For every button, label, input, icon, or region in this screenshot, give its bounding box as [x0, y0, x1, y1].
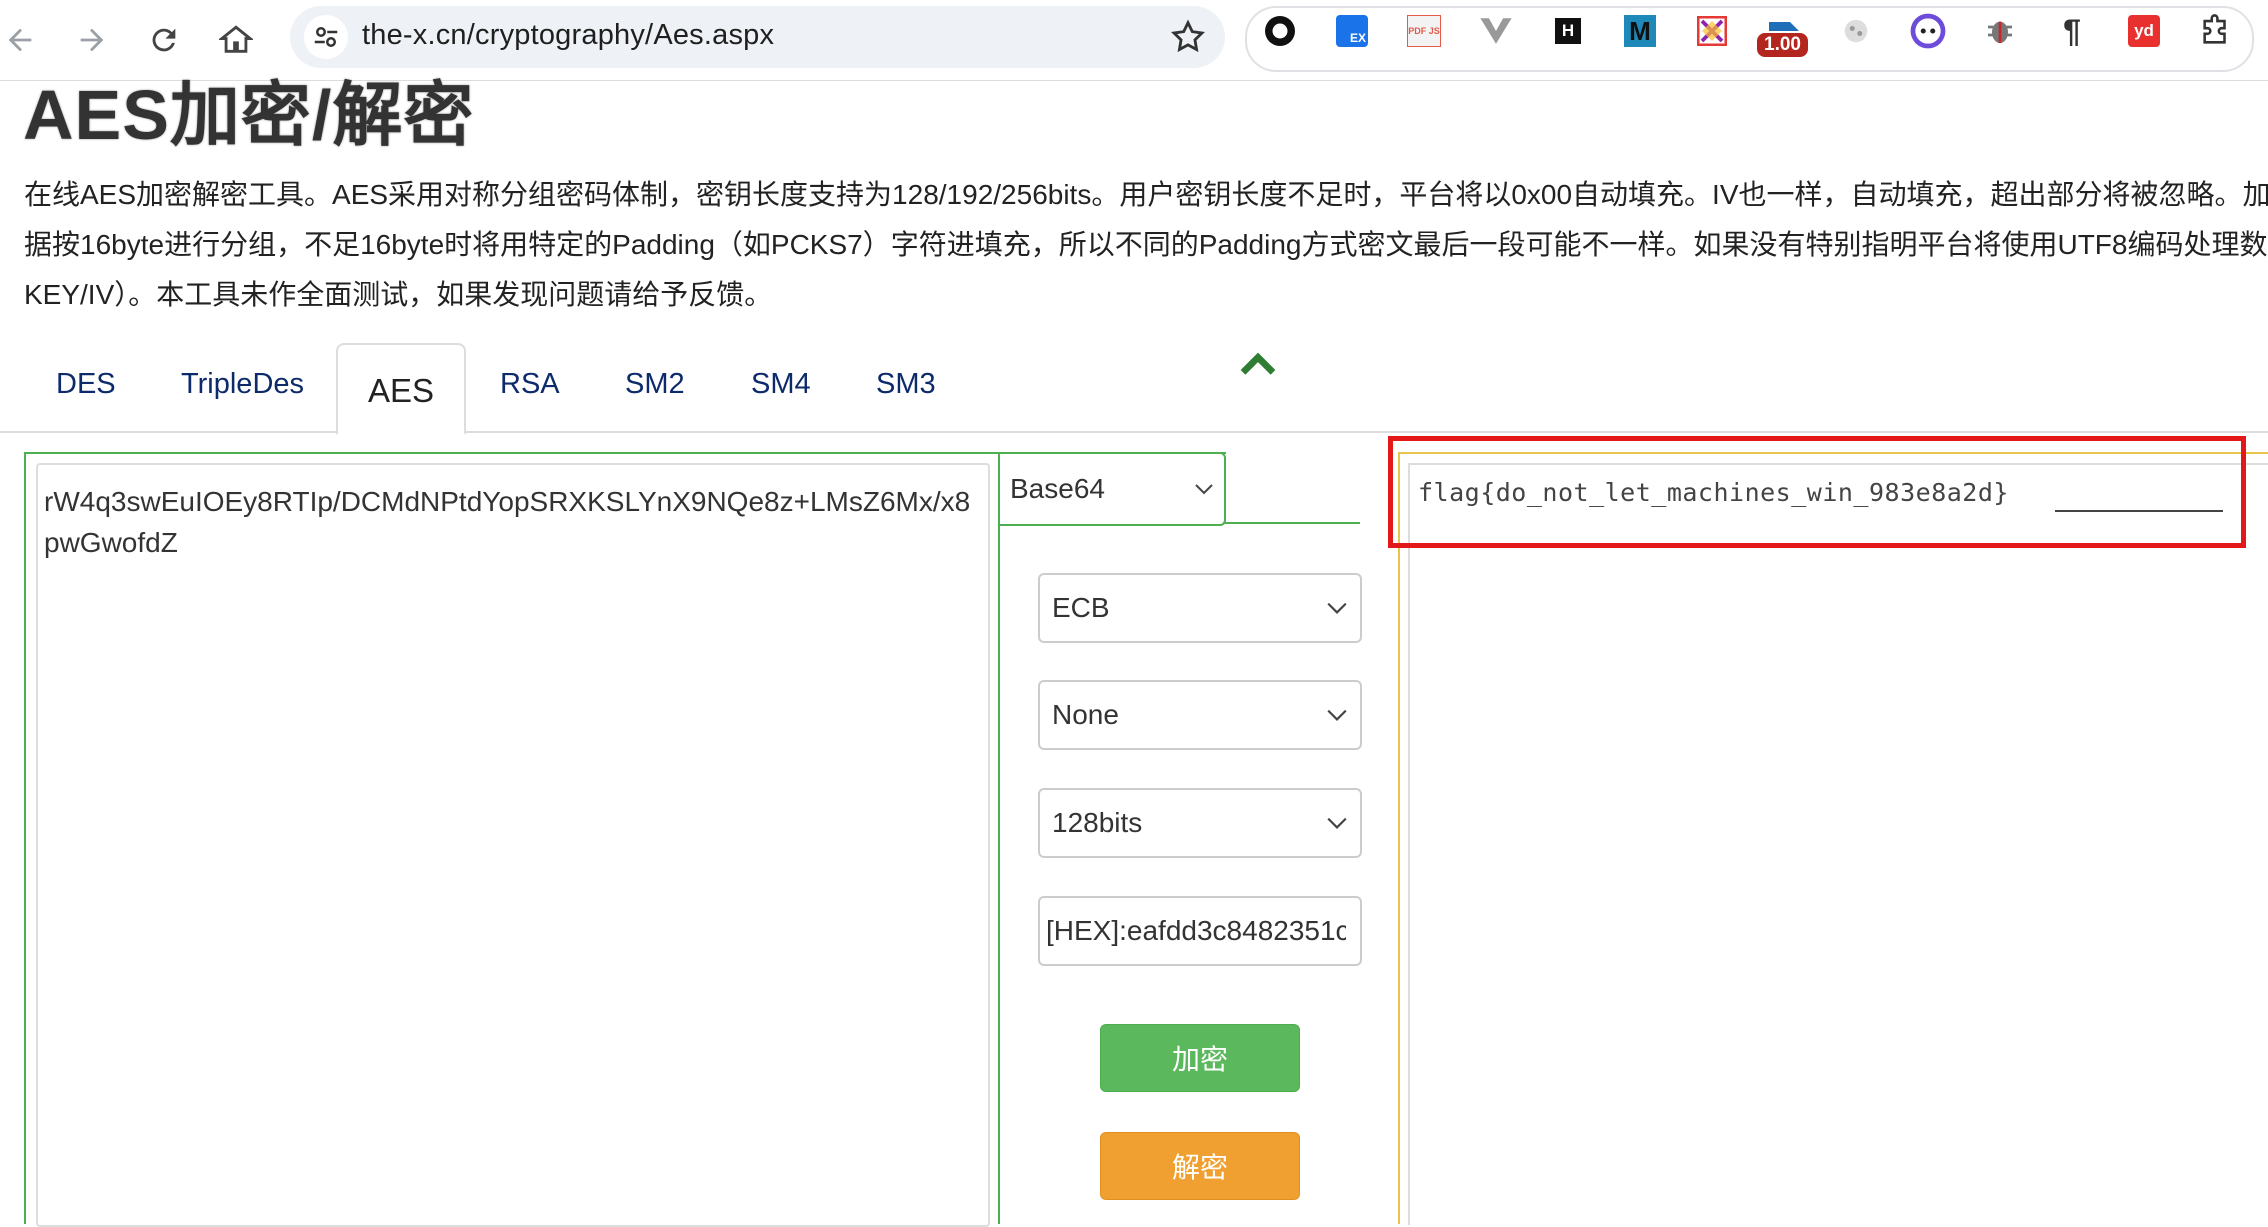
reload-button[interactable] [138, 14, 190, 66]
input-text-value: rW4q3swEuIOEy8RTIp/DCMdNPtdYopSRXKSLYnX9… [44, 486, 971, 558]
extensions-bar [1245, 6, 2254, 72]
key-input[interactable]: [HEX]:eafdd3c8482351c [1038, 896, 1362, 966]
tab-des[interactable]: DES [56, 368, 116, 401]
browser-toolbar: the-x.cn/cryptography/Aes.aspx EX PDF JS… [0, 0, 2268, 81]
input-textarea[interactable]: rW4q3swEuIOEy8RTIp/DCMdNPtdYopSRXKSLYnX9… [36, 463, 990, 1227]
forward-arrow-icon [80, 28, 104, 52]
key-input-value: [HEX]:eafdd3c8482351c [1046, 915, 1346, 946]
ext-badge: 1.00 [1757, 33, 1808, 57]
algorithm-tabs: DES TripleDes AES RSA SM2 SM4 SM3 [0, 343, 2268, 435]
url-text[interactable]: the-x.cn/cryptography/Aes.aspx [362, 19, 774, 52]
cookie-ext-icon[interactable] [1837, 12, 1875, 50]
forward-button[interactable] [66, 14, 118, 66]
h-ext-icon[interactable]: H [1549, 12, 1587, 50]
collapse-caret-icon[interactable] [1238, 349, 1278, 379]
paragraph-ext-icon[interactable]: ¶ [2053, 12, 2091, 50]
highlight-box [1388, 436, 2246, 548]
tab-aes-label: AES [368, 372, 435, 409]
face-ext-icon[interactable] [1909, 12, 1947, 50]
tab-aes[interactable]: AES [336, 343, 466, 435]
padding-select[interactable]: None [1038, 680, 1362, 750]
chevron-down-icon [1195, 484, 1213, 495]
chevron-down-icon [1327, 817, 1347, 829]
reload-icon [152, 28, 176, 52]
tab-rsa[interactable]: RSA [500, 368, 560, 401]
puzzle-icon[interactable] [2197, 12, 2235, 50]
chevron-down-icon [1327, 709, 1347, 721]
key-size-select-value: 128bits [1052, 807, 1143, 838]
tab-sm4[interactable]: SM4 [751, 368, 811, 401]
mode-select[interactable]: ECB [1038, 573, 1362, 643]
tab-tripledes[interactable]: TripleDes [181, 368, 304, 401]
circle-ext-icon[interactable] [1261, 12, 1299, 50]
page-title: AES加密/解密 [23, 76, 475, 154]
home-button[interactable] [210, 14, 262, 66]
youdao-ext-icon[interactable]: yd [2125, 12, 2163, 50]
translate-ext-icon[interactable]: EX [1333, 12, 1371, 50]
bug-ext-icon[interactable] [1981, 12, 2019, 50]
mode-select-value: ECB [1052, 592, 1110, 623]
decrypt-button[interactable]: 解密 [1100, 1132, 1300, 1200]
bookmark-star-icon[interactable] [1169, 18, 1207, 56]
format-select-value: Base64 [1010, 473, 1105, 504]
encrypt-button[interactable]: 加密 [1100, 1024, 1300, 1092]
description-line: 据按16byte进行分组，不足16byte时将用特定的Padding（如PCKS… [24, 229, 2268, 260]
description-line: 在线AES加密解密工具。AES采用对称分组密码体制，密钥长度支持为128/192… [24, 179, 2268, 210]
m-ext-icon[interactable]: M [1621, 12, 1659, 50]
back-arrow-icon [8, 28, 32, 52]
site-settings-icon[interactable] [304, 15, 348, 59]
tab-sm2[interactable]: SM2 [625, 368, 685, 401]
chevron-down-icon [1327, 602, 1347, 614]
output-textarea[interactable] [1408, 463, 2268, 1225]
tool-description: 在线AES加密解密工具。AES采用对称分组密码体制，密钥长度支持为128/192… [24, 170, 2268, 320]
back-button[interactable] [0, 14, 46, 66]
key-size-select[interactable]: 128bits [1038, 788, 1362, 858]
tab-sm3[interactable]: SM3 [876, 368, 936, 401]
padding-select-value: None [1052, 699, 1119, 730]
address-bar[interactable]: the-x.cn/cryptography/Aes.aspx [290, 6, 1225, 68]
vue-devtools-icon[interactable] [1477, 12, 1515, 50]
description-line: KEY/IV）。本工具未作全面测试，如果发现问题请给予反馈。 [24, 279, 773, 310]
format-select[interactable]: Base64 [998, 452, 1226, 526]
colorful-ext-icon[interactable] [1693, 12, 1731, 50]
pdfjs-ext-icon[interactable]: PDF JS [1405, 12, 1443, 50]
home-icon [219, 25, 253, 53]
